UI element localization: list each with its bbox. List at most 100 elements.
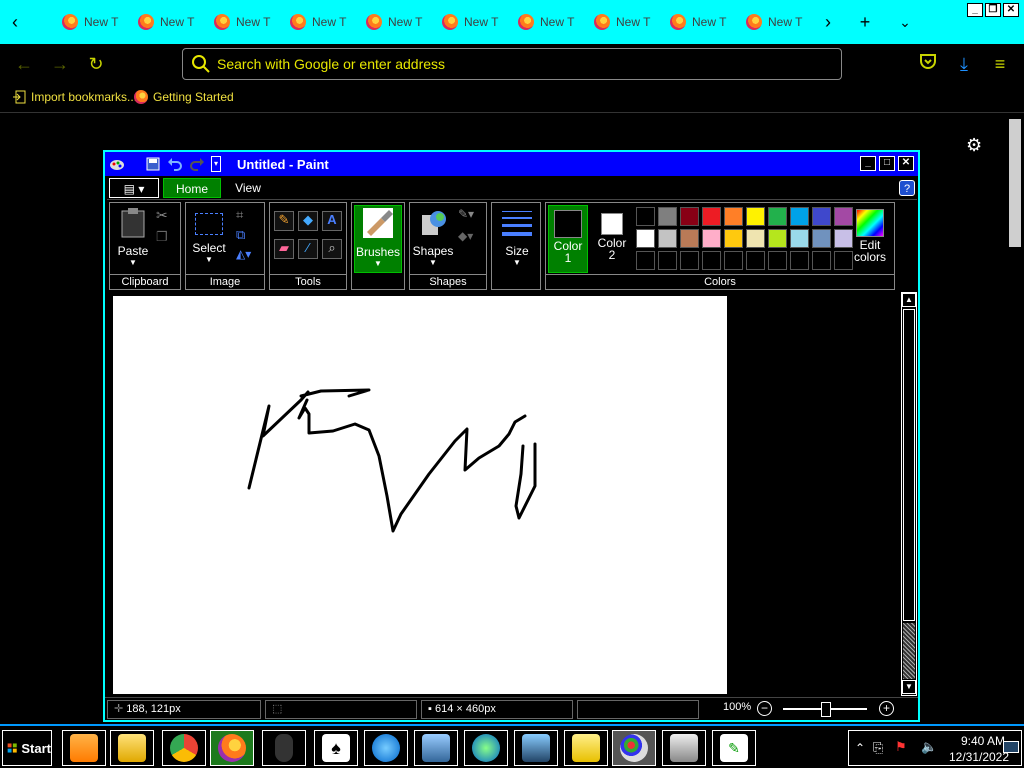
tab[interactable]: New T (366, 9, 436, 35)
tab[interactable]: New T (442, 9, 512, 35)
shapes-button[interactable]: Shapes ▼ (412, 207, 454, 273)
taskbar-solitaire[interactable]: ♠ (314, 730, 358, 766)
file-menu-button[interactable]: ▤ ▾ (109, 178, 159, 198)
tab[interactable]: New T (746, 9, 816, 35)
fill-icon[interactable]: ◆ (298, 211, 318, 231)
zoom-slider-thumb[interactable] (821, 702, 831, 717)
taskbar-file-explorer[interactable] (110, 730, 154, 766)
taskbar-mouse[interactable] (262, 730, 306, 766)
zoom-in-button[interactable]: + (879, 701, 894, 716)
downloads-icon[interactable]: ⤓ (952, 52, 976, 76)
taskbar-media-player[interactable] (62, 730, 106, 766)
paint-close-button[interactable]: ✕ (898, 156, 914, 171)
palette-swatch[interactable] (768, 207, 787, 226)
custom-color-slot[interactable] (746, 251, 765, 270)
back-arrow-icon[interactable]: ← (12, 52, 36, 76)
taskbar-paint[interactable] (612, 730, 656, 766)
custom-color-slot[interactable] (834, 251, 853, 270)
page-scrollbar[interactable] (1008, 117, 1022, 721)
taskbar-sticky-notes[interactable] (564, 730, 608, 766)
url-bar[interactable] (182, 48, 842, 80)
taskbar-tasks[interactable] (464, 730, 508, 766)
palette-swatch[interactable] (680, 207, 699, 226)
palette-swatch[interactable] (680, 229, 699, 248)
taskbar-firefox[interactable] (210, 730, 254, 766)
eraser-icon[interactable]: ▰ (274, 239, 294, 259)
select-button[interactable]: Select ▼ (188, 207, 230, 273)
scroll-track[interactable] (903, 623, 915, 679)
tab[interactable]: New T (518, 9, 588, 35)
action-center-icon[interactable]: ⚑ (895, 739, 907, 755)
save-icon[interactable] (145, 156, 161, 172)
palette-swatch[interactable] (746, 229, 765, 248)
palette-swatch[interactable] (746, 207, 765, 226)
show-desktop-icon[interactable] (1003, 741, 1019, 753)
gear-icon[interactable]: ⚙ (966, 135, 986, 155)
custom-color-slot[interactable] (680, 251, 699, 270)
scroll-thumb[interactable] (1009, 119, 1021, 247)
palette-swatch[interactable] (790, 207, 809, 226)
tab[interactable]: New T (214, 9, 284, 35)
outline-icon[interactable]: ✎▾ (458, 207, 478, 227)
taskbar-notepad[interactable]: ✎ (712, 730, 756, 766)
rotate-icon[interactable]: ◭▾ (236, 247, 256, 267)
paint-title-bar[interactable]: ▾ Untitled - Paint _ □ ✕ (105, 152, 918, 176)
bookmark-getting-started[interactable]: Getting Started (134, 90, 234, 104)
pencil-icon[interactable]: ✎ (274, 211, 294, 231)
custom-color-slot[interactable] (768, 251, 787, 270)
palette-swatch[interactable] (834, 207, 853, 226)
tab[interactable]: New T (138, 9, 208, 35)
zoom-out-button[interactable]: − (757, 701, 772, 716)
tab[interactable]: New T (594, 9, 664, 35)
forward-arrow-icon[interactable]: → (48, 52, 72, 76)
palette-swatch[interactable] (724, 207, 743, 226)
scroll-thumb[interactable] (903, 309, 915, 621)
paint-maximize-button[interactable]: □ (879, 156, 895, 171)
tabs-scroll-right-icon[interactable]: › (817, 10, 839, 34)
edit-colors-button[interactable]: Edit colors (848, 205, 892, 271)
start-button[interactable]: Start (2, 730, 52, 766)
custom-color-slot[interactable] (636, 251, 655, 270)
new-tab-button[interactable]: + (854, 10, 876, 34)
palette-swatch[interactable] (812, 207, 831, 226)
scroll-down-icon[interactable]: ▼ (902, 680, 916, 694)
tab[interactable]: New T (670, 9, 740, 35)
tab-view[interactable]: View (225, 178, 271, 198)
show-hidden-icons[interactable]: ⌃ (855, 741, 865, 755)
palette-swatch[interactable] (834, 229, 853, 248)
palette-swatch[interactable] (702, 207, 721, 226)
tab[interactable]: New T (62, 9, 132, 35)
volume-icon[interactable]: 🔈 (921, 739, 937, 755)
tab-home[interactable]: Home (163, 178, 221, 198)
color1-button[interactable]: Color 1 (548, 205, 588, 273)
custom-color-slot[interactable] (702, 251, 721, 270)
minimize-window-button[interactable]: _ (967, 3, 983, 17)
palette-swatch[interactable] (768, 229, 787, 248)
text-icon[interactable]: A (322, 211, 342, 231)
restore-window-button[interactable]: ❐ (985, 3, 1001, 17)
crop-icon[interactable]: ⌗ (236, 207, 256, 227)
taskbar-chrome[interactable] (162, 730, 206, 766)
list-all-tabs-icon[interactable]: ⌄ (894, 10, 916, 34)
menu-icon[interactable]: ≡ (988, 52, 1012, 76)
pocket-icon[interactable] (916, 52, 940, 76)
magnifier-icon[interactable]: ⌕ (322, 239, 342, 259)
palette-swatch[interactable] (636, 207, 655, 226)
resize-icon[interactable]: ⧉ (236, 227, 256, 247)
paste-button[interactable]: Paste ▼ (112, 207, 154, 273)
color-picker-icon[interactable]: ⁄ (298, 239, 318, 259)
taskbar-remote-desktop[interactable] (514, 730, 558, 766)
custom-color-slot[interactable] (658, 251, 677, 270)
customize-quick-access-icon[interactable]: ▾ (211, 156, 221, 172)
bookmark-import[interactable]: Import bookmarks... (12, 90, 137, 104)
custom-color-slot[interactable] (812, 251, 831, 270)
taskbar-app[interactable] (662, 730, 706, 766)
color2-button[interactable]: Color 2 (592, 205, 632, 271)
scroll-up-icon[interactable]: ▲ (902, 293, 916, 307)
tabs-scroll-left-icon[interactable]: ‹ (4, 10, 26, 34)
close-window-button[interactable]: ✕ (1003, 3, 1019, 17)
taskbar-network[interactable] (364, 730, 408, 766)
palette-swatch[interactable] (658, 229, 677, 248)
size-button[interactable]: Size ▼ (496, 207, 538, 273)
canvas-vertical-scrollbar[interactable]: ▲ ▼ (901, 292, 917, 696)
